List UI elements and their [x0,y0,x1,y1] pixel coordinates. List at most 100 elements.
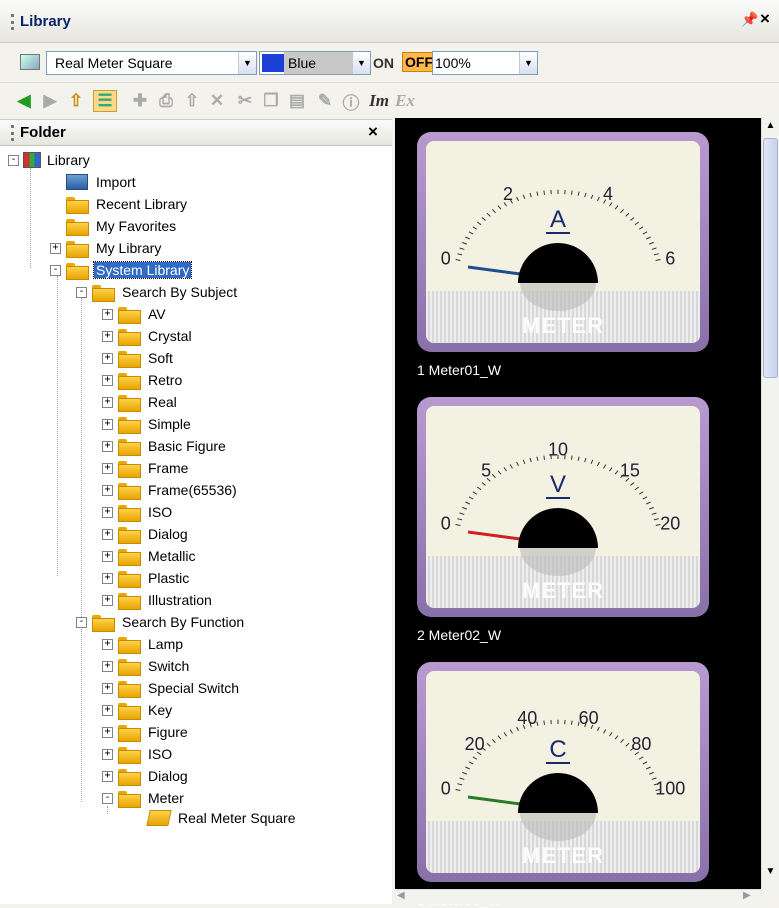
export-style-icon[interactable]: Ex [393,90,417,112]
meter-name[interactable]: 1 Meter01_W [417,362,501,378]
back-icon[interactable]: ◀ [12,90,36,112]
tree-node-my-favorites[interactable]: My Favorites [66,216,178,236]
drag-grip-icon[interactable] [11,14,14,30]
expand-icon[interactable]: + [102,661,113,672]
image-icon[interactable] [20,54,40,70]
tree-node[interactable]: +AV [102,304,168,324]
expand-icon[interactable]: + [102,727,113,738]
tree-node[interactable]: +Figure [102,722,190,742]
tree-node[interactable]: +Metallic [102,546,197,566]
copy-icon[interactable]: ❐ [259,90,283,112]
tree-node[interactable]: +Dialog [102,524,190,544]
collapse-icon[interactable]: - [50,265,61,276]
import-style-icon[interactable]: Im [367,90,391,112]
expand-icon[interactable]: + [102,551,113,562]
tree-node[interactable]: +Crystal [102,326,194,346]
collapse-icon[interactable]: - [102,793,113,804]
tree-node[interactable]: +Special Switch [102,678,241,698]
chevron-down-icon[interactable]: ▼ [519,52,537,74]
tree-node[interactable]: -Meter [102,788,186,808]
expand-icon[interactable]: + [102,573,113,584]
expand-icon[interactable]: + [102,705,113,716]
expand-icon[interactable]: + [102,375,113,386]
tree-node[interactable]: +Frame [102,458,190,478]
copy-item-icon[interactable]: ⎙ [154,90,178,112]
tree-node[interactable]: +Lamp [102,634,185,654]
on-button[interactable]: ON [373,55,394,71]
expand-icon[interactable]: + [102,463,113,474]
vertical-scrollbar[interactable]: ▲ ▼ [761,118,779,889]
tree-node-my-library[interactable]: + My Library [50,238,163,258]
tree-node[interactable]: +ISO [102,502,174,522]
folder-view-icon[interactable]: ☰ [93,90,117,112]
expand-icon[interactable]: + [102,507,113,518]
tree-node[interactable]: +ISO [102,744,174,764]
tree-node-search-by-function[interactable]: - Search By Function [76,612,246,632]
tree-node-search-by-subject[interactable]: - Search By Subject [76,282,239,302]
tree-node-real-meter-square[interactable]: Real Meter Square [148,808,298,828]
tree-node[interactable]: +Frame(65536) [102,480,239,500]
pin-icon[interactable]: 📌 [741,11,758,28]
expand-icon[interactable]: + [102,331,113,342]
forward-icon[interactable]: ▶ [38,90,62,112]
tree-node[interactable]: +Key [102,700,174,720]
tree-node[interactable]: +Dialog [102,766,190,786]
scroll-right-icon[interactable]: ▶ [743,890,751,901]
expand-icon[interactable]: + [50,243,61,254]
expand-icon[interactable]: + [102,397,113,408]
tree-node-library[interactable]: - Library [8,150,92,170]
horizontal-scrollbar[interactable]: ◀ ▶ [395,889,761,904]
collapse-icon[interactable]: - [8,155,19,166]
collapse-icon[interactable]: - [76,287,87,298]
expand-icon[interactable]: + [102,309,113,320]
expand-icon[interactable]: + [102,749,113,760]
folder-icon [118,636,140,652]
new-item-icon[interactable]: ✚ [128,90,152,112]
expand-icon[interactable]: + [102,485,113,496]
expand-icon[interactable]: + [102,595,113,606]
chevron-down-icon[interactable]: ▼ [238,52,256,74]
tree-node[interactable]: +Real [102,392,179,412]
drag-grip-icon[interactable] [11,125,14,141]
scroll-up-icon[interactable]: ▲ [763,120,778,135]
expand-icon[interactable]: + [102,353,113,364]
scroll-left-icon[interactable]: ◀ [397,890,405,901]
close-library-button[interactable]: × [760,9,770,29]
tree-node[interactable]: +Plastic [102,568,191,588]
folder-up-icon[interactable]: ⇧ [64,90,88,112]
close-folder-button[interactable]: × [368,122,378,142]
tree-node-import[interactable]: Import [66,172,138,192]
tree-node-system-library[interactable]: - System Library [50,260,191,280]
meter-thumbnail[interactable]: 0246AMETER [417,132,709,352]
scroll-down-icon[interactable]: ▼ [763,866,778,881]
import-item-icon[interactable]: ⇧ [180,90,204,112]
scroll-thumb[interactable] [763,138,778,378]
tree-node[interactable]: +Simple [102,414,193,434]
off-button[interactable]: OFF [402,52,436,72]
expand-icon[interactable]: + [102,771,113,782]
style-select[interactable]: Real Meter Square ▼ [46,51,257,75]
edit-icon[interactable]: ✎ [313,90,337,112]
tree-node[interactable]: +Basic Figure [102,436,228,456]
collapse-icon[interactable]: - [76,617,87,628]
expand-icon[interactable]: + [102,441,113,452]
tree-node-recent-library[interactable]: Recent Library [66,194,189,214]
tree-node[interactable]: +Soft [102,348,175,368]
expand-icon[interactable]: + [102,639,113,650]
meter-thumbnail[interactable]: 05101520VMETER [417,397,709,617]
paste-icon[interactable]: ▤ [285,90,309,112]
tree-node[interactable]: +Retro [102,370,184,390]
meter-name[interactable]: 2 Meter02_W [417,627,501,643]
color-select[interactable]: Blue ▼ [259,51,371,75]
expand-icon[interactable]: + [102,683,113,694]
tree-node[interactable]: +Switch [102,656,191,676]
zoom-select[interactable]: 100% ▼ [432,51,538,75]
info-icon[interactable]: ⓘ [339,90,363,112]
meter-thumbnail[interactable]: 020406080100CMETER [417,662,709,882]
chevron-down-icon[interactable]: ▼ [352,52,370,74]
expand-icon[interactable]: + [102,419,113,430]
delete-icon[interactable]: ✕ [205,90,229,112]
tree-node[interactable]: +Illustration [102,590,214,610]
expand-icon[interactable]: + [102,529,113,540]
cut-icon[interactable]: ✂ [233,90,257,112]
